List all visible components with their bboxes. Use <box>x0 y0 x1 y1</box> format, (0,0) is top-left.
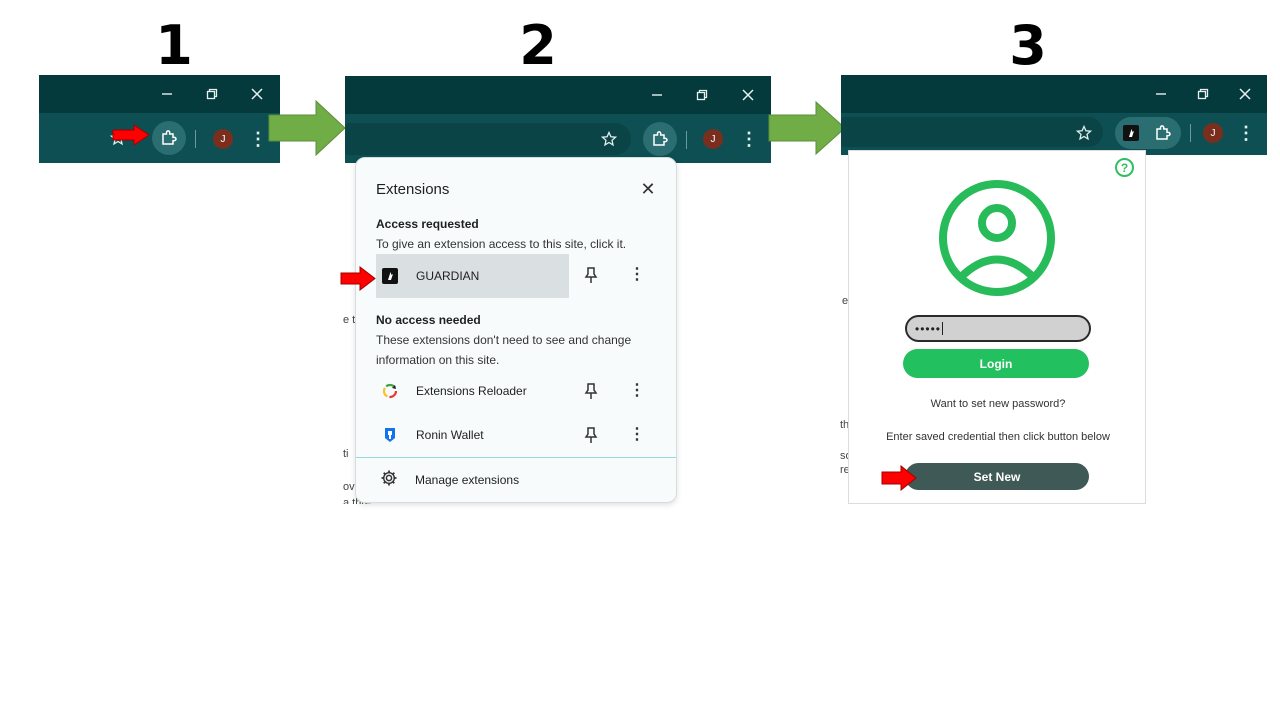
more-options-icon[interactable]: ⋮ <box>629 427 645 443</box>
profile-avatar[interactable]: J <box>1203 123 1223 143</box>
address-bar[interactable] <box>345 123 631 155</box>
extension-item-guardian[interactable]: GUARDIAN <box>376 254 569 298</box>
browser-menu-icon[interactable]: ⋮ <box>249 129 267 149</box>
restore-icon[interactable] <box>692 85 712 105</box>
profile-avatar[interactable]: J <box>213 129 233 149</box>
close-icon[interactable] <box>247 84 267 104</box>
extension-item-label: Extensions Reloader <box>416 384 527 398</box>
close-icon[interactable] <box>738 85 758 105</box>
reloader-icon <box>382 383 398 399</box>
minimize-icon[interactable] <box>1151 84 1171 104</box>
minimize-icon[interactable] <box>647 85 667 105</box>
extension-item-label: Ronin Wallet <box>416 428 484 442</box>
set-password-prompt: Want to set new password? <box>930 398 1066 410</box>
page-text-fragment: ov <box>343 481 355 493</box>
menu-divider <box>356 457 676 458</box>
step-number-2: 2 <box>519 14 557 77</box>
ronin-icon <box>382 427 398 443</box>
password-input[interactable]: ••••• <box>905 315 1091 342</box>
close-icon[interactable] <box>1235 84 1255 104</box>
profile-avatar[interactable]: J <box>703 129 723 149</box>
pin-icon[interactable] <box>583 382 599 400</box>
browser-window-3: J ⋮ <box>841 75 1267 155</box>
manage-extensions-label: Manage extensions <box>415 473 520 487</box>
step-number-3: 3 <box>1009 14 1047 77</box>
close-icon[interactable]: ✕ <box>638 180 658 200</box>
extensions-menu-title: Extensions <box>376 181 450 198</box>
login-button[interactable]: Login <box>903 349 1089 378</box>
no-access-description: These extensions don't need to see and c… <box>376 333 632 367</box>
extension-item-label: GUARDIAN <box>416 269 480 283</box>
page-text-fragment: ti <box>343 448 349 460</box>
no-access-heading: No access needed <box>376 313 481 327</box>
red-pointer-arrow <box>881 465 917 491</box>
toolbar-divider <box>686 131 687 149</box>
help-icon[interactable]: ? <box>1115 158 1134 177</box>
text-caret <box>942 322 944 335</box>
green-arrow-2-to-3 <box>768 101 846 155</box>
minimize-icon[interactable] <box>157 84 177 104</box>
guardian-icon <box>382 268 398 284</box>
user-avatar-icon <box>939 180 1055 296</box>
browser-menu-icon[interactable]: ⋮ <box>1237 123 1255 143</box>
extensions-puzzle-button[interactable] <box>1154 124 1172 142</box>
toolbar-divider <box>1190 124 1191 142</box>
guardian-popup: ? ••••• Login Want to set new password? … <box>848 150 1146 504</box>
guardian-pinned-icon[interactable] <box>1123 125 1139 141</box>
extensions-menu: Extensions ✕ Access requested To give an… <box>355 157 677 503</box>
more-options-icon[interactable]: ⋮ <box>629 267 645 283</box>
step-number-1: 1 <box>155 14 193 77</box>
extensions-puzzle-button[interactable] <box>152 121 186 155</box>
browser-window-1: J ⋮ <box>39 75 280 163</box>
manage-extensions-item[interactable]: Manage extensions <box>380 470 519 490</box>
pin-icon[interactable] <box>583 266 599 284</box>
page-text-fragment: e t <box>343 314 356 326</box>
extensions-puzzle-button[interactable] <box>643 122 677 156</box>
address-bar[interactable] <box>841 117 1103 147</box>
pin-icon[interactable] <box>583 426 599 444</box>
extension-item-ronin[interactable]: Ronin Wallet <box>376 413 569 457</box>
password-value: ••••• <box>915 321 942 336</box>
bookmark-star-icon[interactable] <box>1075 124 1093 142</box>
access-requested-heading: Access requested <box>376 217 479 231</box>
red-pointer-arrow <box>340 266 376 291</box>
toolbar-divider <box>195 130 196 148</box>
set-password-instruction: Enter saved credential then click button… <box>886 431 1110 443</box>
set-new-button[interactable]: Set New <box>905 463 1089 490</box>
restore-icon[interactable] <box>1193 84 1213 104</box>
extension-item-reloader[interactable]: Extensions Reloader <box>376 369 569 413</box>
restore-icon[interactable] <box>202 84 222 104</box>
access-requested-description: To give an extension access to this site… <box>376 237 627 251</box>
green-arrow-1-to-2 <box>268 100 346 156</box>
gear-icon <box>380 469 398 492</box>
bookmark-star-icon[interactable] <box>600 130 618 148</box>
red-pointer-arrow <box>112 124 150 146</box>
browser-menu-icon[interactable]: ⋮ <box>740 129 758 149</box>
browser-window-2: J ⋮ <box>345 76 771 163</box>
more-options-icon[interactable]: ⋮ <box>629 383 645 399</box>
